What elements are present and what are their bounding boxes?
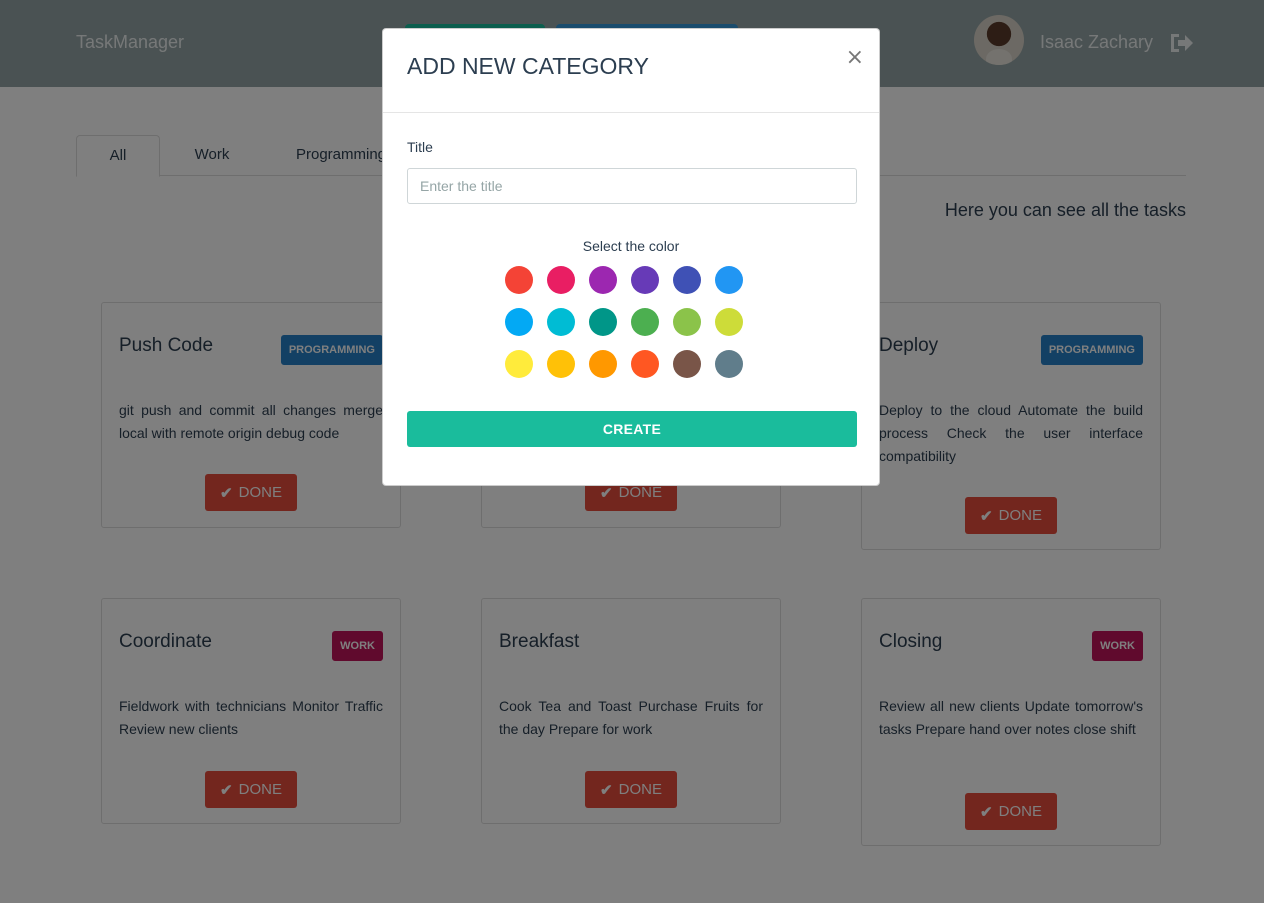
color-swatch[interactable] [715,266,743,294]
color-swatch[interactable] [547,266,575,294]
color-swatch[interactable] [589,308,617,336]
color-swatch[interactable] [631,266,659,294]
title-label: Title [407,139,433,155]
title-input[interactable] [407,168,857,204]
color-swatch[interactable] [715,350,743,378]
color-swatch[interactable] [589,350,617,378]
color-swatch[interactable] [715,308,743,336]
color-swatch[interactable] [505,350,533,378]
color-swatch[interactable] [673,266,701,294]
color-swatch[interactable] [505,308,533,336]
color-swatch[interactable] [673,350,701,378]
color-swatch[interactable] [631,308,659,336]
close-icon[interactable]: × [846,45,864,70]
create-button[interactable]: CREATE [407,411,857,447]
color-swatch[interactable] [673,308,701,336]
color-swatch[interactable] [547,350,575,378]
modal-header: ADD NEW CATEGORY × [383,29,879,113]
color-swatch[interactable] [505,266,533,294]
color-swatch[interactable] [589,266,617,294]
color-swatch[interactable] [631,350,659,378]
color-label: Select the color [582,238,680,254]
add-category-modal: ADD NEW CATEGORY × Title Select the colo… [382,28,880,486]
color-swatch[interactable] [547,308,575,336]
modal-title: ADD NEW CATEGORY [407,53,649,79]
